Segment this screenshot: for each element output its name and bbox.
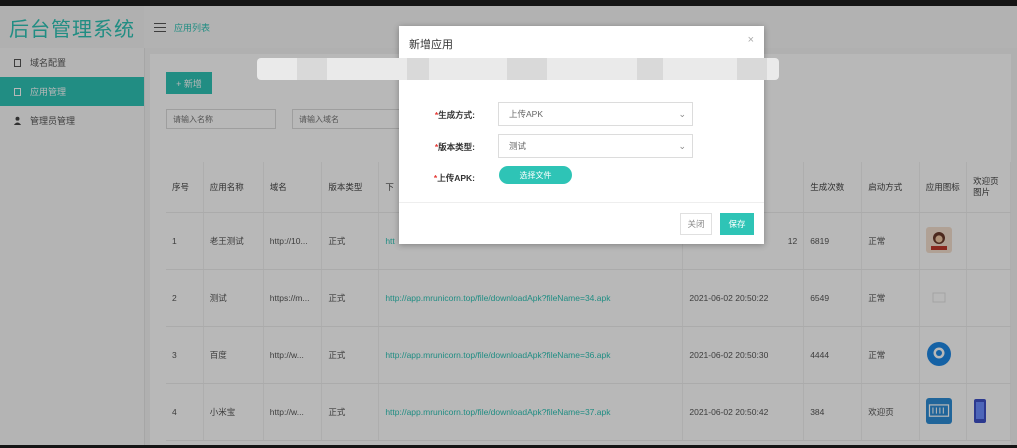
chevron-down-icon: ⌄	[678, 141, 686, 151]
version-type-label: *版本类型:	[434, 142, 475, 152]
generate-method-select[interactable]: 上传APK ⌄	[498, 102, 693, 126]
version-type-select[interactable]: 测试 ⌄	[498, 134, 693, 158]
dialog-title: 新增应用	[409, 39, 453, 51]
save-button[interactable]: 保存	[720, 213, 754, 235]
close-icon[interactable]: ×	[748, 34, 754, 46]
version-type-row: *版本类型: 测试 ⌄	[399, 134, 764, 158]
dialog-divider	[399, 202, 764, 203]
generate-method-label: *生成方式:	[434, 110, 475, 120]
chevron-down-icon: ⌄	[678, 109, 686, 119]
close-button[interactable]: 关闭	[680, 213, 712, 235]
redacted-region	[257, 58, 779, 80]
generate-method-row: *生成方式: 上传APK ⌄	[399, 102, 764, 126]
choose-file-button[interactable]: 选择文件	[499, 166, 572, 184]
upload-apk-row: *上传APK:	[399, 165, 764, 189]
upload-apk-label: *上传APK:	[433, 173, 475, 183]
